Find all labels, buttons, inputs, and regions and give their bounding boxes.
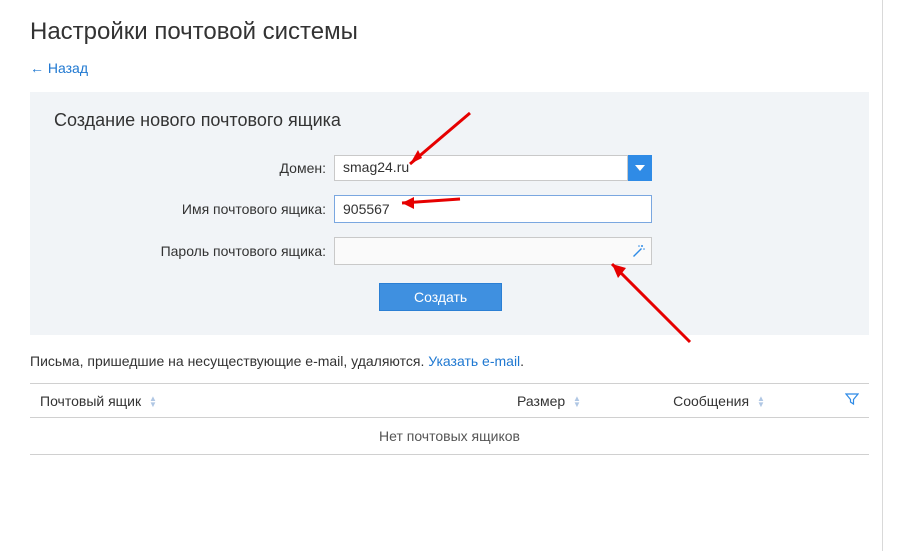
column-mailbox[interactable]: Почтовый ящик ▲▼ <box>30 384 469 418</box>
table-empty-text: Нет почтовых ящиков <box>30 418 869 455</box>
panel-title: Создание нового почтового ящика <box>54 110 845 131</box>
column-size[interactable]: Размер ▲▼ <box>469 384 629 418</box>
mailbox-password-input[interactable] <box>334 237 652 265</box>
mailbox-password-label: Пароль почтового ящика: <box>54 243 334 259</box>
column-size-label: Размер <box>517 393 565 409</box>
sort-icon[interactable]: ▲▼ <box>149 396 157 408</box>
specify-email-link[interactable]: Указать e-mail <box>428 353 520 369</box>
mailboxes-table: Почтовый ящик ▲▼ Размер ▲▼ Сообщения ▲▼ <box>30 383 869 455</box>
note-text: Письма, пришедшие на несуществующие e-ma… <box>30 353 869 369</box>
sort-icon[interactable]: ▲▼ <box>573 396 581 408</box>
generate-password-icon[interactable] <box>630 243 646 259</box>
create-mailbox-panel: Создание нового почтового ящика Домен: s… <box>30 92 869 335</box>
domain-select-value: smag24.ru <box>334 155 628 181</box>
domain-select[interactable]: smag24.ru <box>334 155 652 181</box>
back-link[interactable]: ← Назад <box>30 60 88 76</box>
mailbox-name-label: Имя почтового ящика: <box>54 201 334 217</box>
table-empty-row: Нет почтовых ящиков <box>30 418 869 455</box>
page-title: Настройки почтовой системы <box>30 18 869 46</box>
filter-icon[interactable] <box>845 392 859 409</box>
column-messages[interactable]: Сообщения ▲▼ <box>629 384 809 418</box>
column-mailbox-label: Почтовый ящик <box>40 393 141 409</box>
mailbox-name-input[interactable] <box>334 195 652 223</box>
chevron-down-icon[interactable] <box>628 155 652 181</box>
note-suffix: . <box>520 353 524 369</box>
note-prefix: Письма, пришедшие на несуществующие e-ma… <box>30 353 428 369</box>
sort-icon[interactable]: ▲▼ <box>757 396 765 408</box>
domain-label: Домен: <box>54 160 334 176</box>
column-messages-label: Сообщения <box>673 393 749 409</box>
create-button[interactable]: Создать <box>379 283 502 311</box>
